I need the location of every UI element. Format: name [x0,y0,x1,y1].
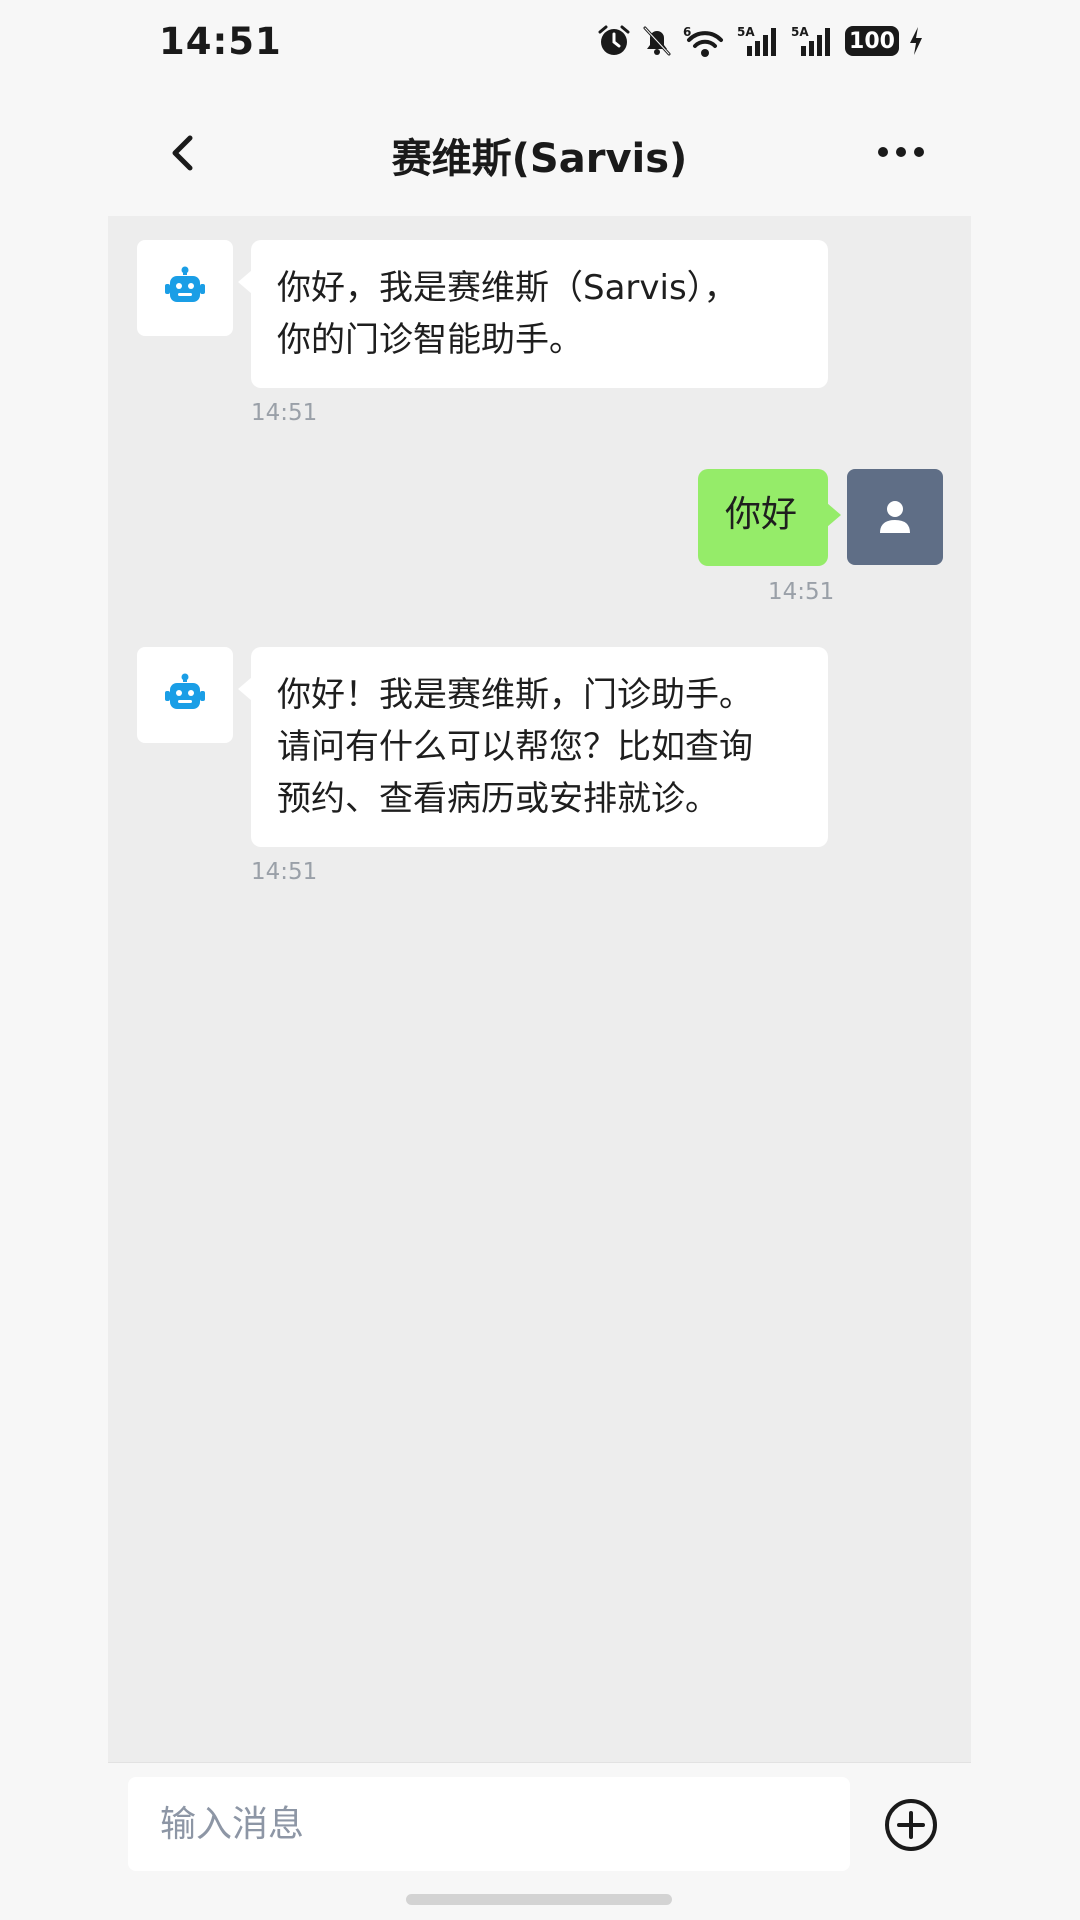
robot-icon [165,266,205,302]
message-line: 你好，我是赛维斯（Sarvis）， [277,268,738,308]
signal-5a-label-2: 5A [791,25,809,39]
page-title: 赛维斯(Sarvis) [391,136,688,182]
signal-5a-icon: 5A [737,25,776,56]
message-timestamp: 14:51 [768,579,835,605]
message-line: 你好！我是赛维斯，门诊助手。 [277,675,753,715]
add-attachment-button[interactable] [883,1797,939,1853]
more-dots-icon [878,147,924,157]
mute-bell-icon [643,26,671,56]
plus-circle-icon [885,1799,937,1851]
nav-bar: 赛维斯(Sarvis) [108,90,971,216]
message-timestamp: 14:51 [251,859,318,885]
status-icons: 6 5A 5A 100 [597,24,923,58]
robot-icon [165,673,205,709]
phone-screen: 14:51 6 5A 5A 100 赛维斯(Sarvis) 你好，我是赛维斯（S… [108,0,971,1920]
charging-icon [910,27,922,55]
message-line: 请问有什么可以帮您？比如查询 [277,727,753,767]
status-time: 14:51 [159,20,282,63]
message-line: 你好 [725,494,798,535]
signal-5a-icon-2: 5A [791,25,830,56]
more-button[interactable] [871,132,931,172]
message-bubble-bot[interactable]: 你好，我是赛维斯（Sarvis）， 你的门诊智能助手。 [238,240,828,388]
bot-avatar[interactable] [137,240,233,336]
message-timestamp: 14:51 [251,400,318,426]
message-bubble-bot[interactable]: 你好！我是赛维斯，门诊助手。 请问有什么可以帮您？比如查询 预约、查看病历或安排… [238,647,828,847]
status-bar: 14:51 6 5A 5A 100 [108,0,971,90]
user-icon [880,501,910,533]
alarm-icon [598,25,630,55]
message-line: 预约、查看病历或安排就诊。 [277,779,719,819]
battery-icon: 100 [845,26,899,56]
message-line: 你的门诊智能助手。 [277,320,583,360]
message-bubble-user[interactable]: 你好 [698,469,841,566]
input-bar [108,1762,971,1883]
wifi-6-icon: 6 [683,25,723,57]
bot-avatar[interactable] [137,647,233,743]
user-avatar[interactable] [847,469,943,565]
home-indicator[interactable] [406,1894,672,1905]
signal-5a-label-1: 5A [737,25,755,39]
chat-area[interactable]: 你好，我是赛维斯（Sarvis）， 你的门诊智能助手。 14:51 你好 14:… [108,216,971,1762]
message-input[interactable] [128,1777,850,1871]
